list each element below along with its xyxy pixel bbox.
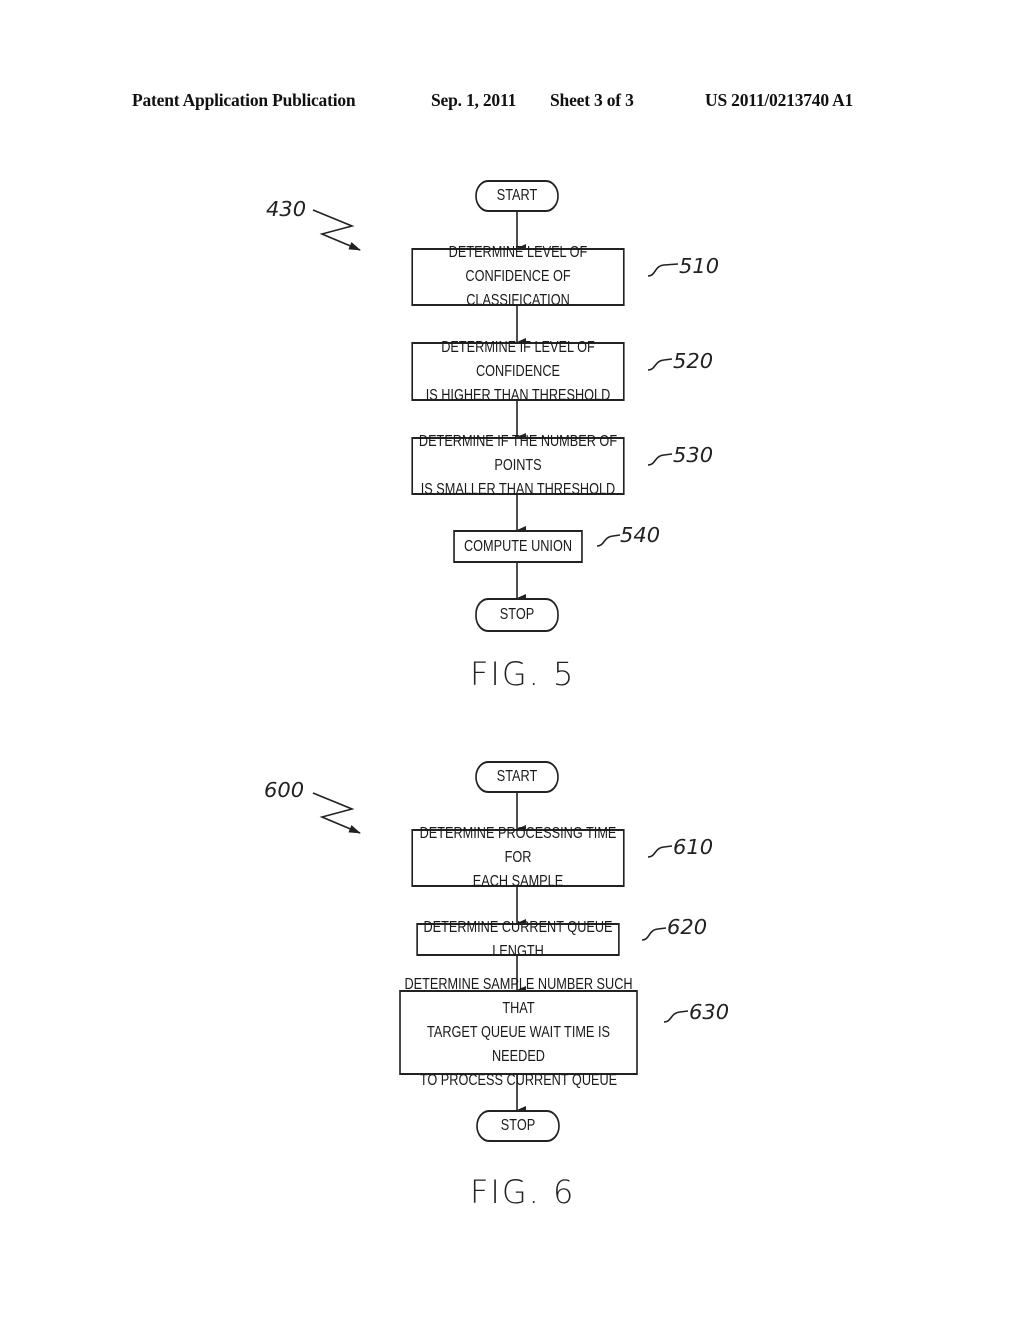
fig5-stop-terminal: STOP bbox=[475, 598, 559, 632]
leader-530 bbox=[647, 453, 673, 466]
fig5-step-530: DETERMINE IF THE NUMBER OF POINTS IS SMA… bbox=[411, 433, 625, 498]
fig5-stop-label: STOP bbox=[499, 606, 535, 623]
fig6-caption: FIG. 6 bbox=[470, 1173, 576, 1211]
fig6-stop-label: STOP bbox=[500, 1117, 536, 1134]
leader-520 bbox=[647, 358, 673, 371]
leader-600 bbox=[312, 792, 361, 834]
leader-430 bbox=[312, 209, 361, 251]
fig5-step-540: COMPUTE UNION bbox=[453, 530, 583, 563]
ref-520: 520 bbox=[673, 349, 714, 373]
step-540-text: COMPUTE UNION bbox=[463, 537, 573, 555]
fig5-caption: FIG. 5 bbox=[470, 655, 576, 693]
ref-530: 530 bbox=[673, 443, 714, 467]
ref-620: 620 bbox=[667, 915, 708, 939]
leader-510 bbox=[647, 263, 679, 277]
step-520-text: DETERMINE IF LEVEL OF CONFIDENCE IS HIGH… bbox=[425, 338, 611, 404]
fig5-start-terminal: START bbox=[475, 180, 559, 212]
fig6-step-610: DETERMINE PROCESSING TIME FOR EACH SAMPL… bbox=[411, 825, 625, 890]
leader-630 bbox=[663, 1010, 689, 1023]
fig6-stop-terminal: STOP bbox=[476, 1110, 560, 1142]
step-620-text: DETERMINE CURRENT QUEUE LENGTH bbox=[423, 918, 613, 960]
ref-610: 610 bbox=[673, 835, 714, 859]
fig6-start-label: START bbox=[496, 768, 538, 785]
step-530-text: DETERMINE IF THE NUMBER OF POINTS IS SMA… bbox=[418, 433, 618, 498]
leader-620 bbox=[641, 927, 667, 941]
fig6-start-terminal: START bbox=[475, 761, 559, 793]
fig5-step-510: DETERMINE LEVEL OF CONFIDENCE OF CLASSIF… bbox=[411, 244, 625, 309]
step-610-text: DETERMINE PROCESSING TIME FOR EACH SAMPL… bbox=[419, 825, 617, 890]
fig6-step-620: DETERMINE CURRENT QUEUE LENGTH bbox=[416, 919, 620, 960]
fig6-step-630: DETERMINE SAMPLE NUMBER SUCH THAT TARGET… bbox=[399, 976, 638, 1089]
leader-610 bbox=[647, 845, 673, 858]
step-510-text: DETERMINE LEVEL OF CONFIDENCE OF CLASSIF… bbox=[448, 244, 588, 309]
ref-430: 430 bbox=[266, 197, 307, 221]
fig5-start-label: START bbox=[496, 187, 538, 204]
leader-540 bbox=[596, 534, 621, 547]
ref-630: 630 bbox=[689, 1000, 730, 1024]
step-630-text: DETERMINE SAMPLE NUMBER SUCH THAT TARGET… bbox=[404, 975, 633, 1089]
ref-600: 600 bbox=[264, 778, 305, 802]
ref-540: 540 bbox=[620, 523, 661, 547]
ref-510: 510 bbox=[679, 254, 720, 278]
fig5-step-520: DETERMINE IF LEVEL OF CONFIDENCE IS HIGH… bbox=[411, 339, 625, 404]
